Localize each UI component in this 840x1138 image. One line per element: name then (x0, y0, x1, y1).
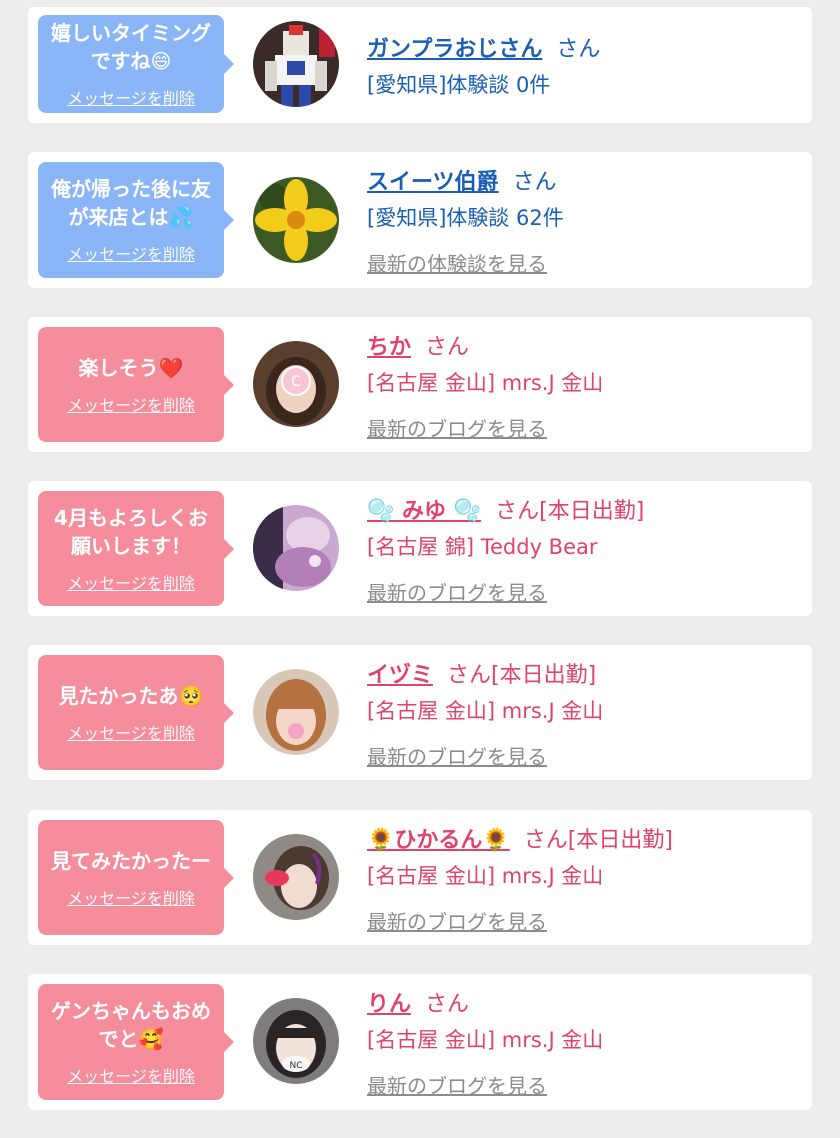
message-text: 嬉しいタイミングですね😄 (51, 21, 211, 73)
user-info: [名古屋 金山] mrs.J 金山 (367, 699, 604, 723)
honorific: さん (425, 992, 470, 1017)
message-bubble: 4月もよろしくお願いします！ メッセージを削除 (38, 491, 234, 606)
message-card: 嬉しいタイミングですね😄 メッセージを削除 ガンプラおじさん さん [愛知県]体験… (28, 7, 812, 123)
honorific: さん (425, 335, 470, 360)
message-text: 俺が帰った後に友が来店とは💦 (51, 177, 211, 229)
user-info: [名古屋 錦] Teddy Bear (367, 535, 598, 559)
avatar[interactable] (253, 21, 339, 107)
user-name-link[interactable]: りん (367, 992, 411, 1017)
message-bubble: 見たかったあ🥺 メッセージを削除 (38, 655, 234, 770)
user-info: [愛知県]体験談 0件 (367, 73, 551, 97)
avatar[interactable] (253, 834, 339, 920)
user-name-link[interactable]: 🫧 みゆ 🫧 (367, 499, 481, 524)
user-name-link[interactable]: イヅミ (367, 663, 433, 688)
delete-message-link[interactable]: メッセージを削除 (67, 392, 195, 416)
name-line: 🌻ひかるん🌻 さん[本日出勤] (367, 822, 673, 854)
name-line: ガンプラおじさん さん (367, 31, 600, 63)
avatar[interactable] (253, 669, 339, 755)
honorific: さん[本日出勤] (523, 828, 673, 853)
latest-blog-link[interactable]: 最新のブログを見る (367, 906, 547, 935)
name-line: イヅミ さん[本日出勤] (367, 657, 596, 689)
message-bubble: ゲンちゃんもおめでと🥰 メッセージを削除 (38, 984, 234, 1100)
message-text: 見てみたかったー (51, 848, 211, 873)
avatar[interactable]: C (253, 341, 339, 427)
avatar[interactable]: NC (253, 998, 339, 1084)
message-text: 楽しそう❤️ (78, 355, 184, 380)
user-name-link[interactable]: スイーツ伯爵 (367, 170, 499, 195)
message-text: 見たかったあ🥺 (58, 683, 204, 708)
message-card: 4月もよろしくお願いします！ メッセージを削除 🫧 みゆ 🫧 さん[本日出勤] [… (28, 481, 812, 616)
message-card: 見たかったあ🥺 メッセージを削除 イヅミ さん[本日出勤] [名古屋 金山] mr… (28, 645, 812, 780)
delete-message-link[interactable]: メッセージを削除 (67, 570, 195, 594)
honorific: さん (556, 37, 601, 62)
message-bubble: 見てみたかったー メッセージを削除 (38, 820, 234, 935)
message-card: ゲンちゃんもおめでと🥰 メッセージを削除 NC りん さん [名古屋 金山] mr… (28, 974, 812, 1110)
user-info: [名古屋 金山] mrs.J 金山 (367, 371, 604, 395)
user-info: [愛知県]体験談 62件 (367, 206, 564, 230)
message-bubble: 俺が帰った後に友が来店とは💦 メッセージを削除 (38, 162, 234, 278)
delete-message-link[interactable]: メッセージを削除 (67, 241, 195, 265)
message-bubble: 嬉しいタイミングですね😄 メッセージを削除 (38, 15, 234, 113)
message-list: 嬉しいタイミングですね😄 メッセージを削除 ガンプラおじさん さん [愛知県]体験… (0, 0, 840, 1138)
user-info: [名古屋 金山] mrs.J 金山 (367, 864, 604, 888)
latest-blog-link[interactable]: 最新のブログを見る (367, 577, 547, 606)
message-bubble: 楽しそう❤️ メッセージを削除 (38, 327, 234, 442)
honorific: さん (512, 170, 557, 195)
delete-message-link[interactable]: メッセージを削除 (67, 1063, 195, 1087)
message-text: ゲンちゃんもおめでと🥰 (51, 999, 211, 1051)
message-text: 4月もよろしくお願いします！ (54, 505, 208, 558)
latest-reviews-link[interactable]: 最新の体験談を見る (367, 248, 547, 277)
honorific: さん[本日出勤] (495, 499, 645, 524)
name-line: 🫧 みゆ 🫧 さん[本日出勤] (367, 493, 644, 525)
latest-blog-link[interactable]: 最新のブログを見る (367, 413, 547, 442)
user-name-link[interactable]: 🌻ひかるん🌻 (367, 828, 510, 853)
user-info: [名古屋 金山] mrs.J 金山 (367, 1028, 604, 1052)
message-card: 俺が帰った後に友が来店とは💦 メッセージを削除 スイーツ伯爵 さん [愛知県]体験… (28, 152, 812, 288)
honorific: さん[本日出勤] (447, 663, 597, 688)
user-name-link[interactable]: ちか (367, 335, 411, 360)
svg-text:NC: NC (289, 1061, 302, 1071)
name-line: りん さん (367, 986, 469, 1018)
name-line: ちか さん (367, 329, 469, 361)
message-card: 見てみたかったー メッセージを削除 🌻ひかるん🌻 さん[本日出勤] [名古屋 金山… (28, 810, 812, 945)
name-line: スイーツ伯爵 さん (367, 164, 557, 196)
latest-blog-link[interactable]: 最新のブログを見る (367, 741, 547, 770)
delete-message-link[interactable]: メッセージを削除 (67, 720, 195, 744)
latest-blog-link[interactable]: 最新のブログを見る (367, 1070, 547, 1099)
message-card: 楽しそう❤️ メッセージを削除 C ちか さん [名古屋 金山] mrs.J 金山… (28, 317, 812, 452)
user-name-link[interactable]: ガンプラおじさん (367, 37, 542, 62)
avatar[interactable] (253, 505, 339, 591)
delete-message-link[interactable]: メッセージを削除 (67, 885, 195, 909)
svg-text:C: C (291, 374, 301, 390)
avatar[interactable] (253, 177, 339, 263)
delete-message-link[interactable]: メッセージを削除 (67, 85, 195, 109)
